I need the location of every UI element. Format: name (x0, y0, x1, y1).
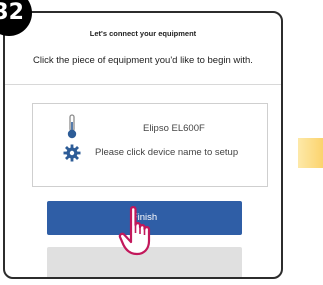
gear-icon (63, 144, 81, 162)
page-title: Let's connect your equipment (89, 29, 197, 38)
device-name-link[interactable]: Elipso EL600F (143, 123, 205, 134)
thermometer-icon (67, 114, 77, 139)
setup-hint-text: Please click device name to setup (95, 147, 239, 158)
instruction-text: Click the piece of equipment you'd like … (33, 55, 253, 66)
side-tab (298, 138, 323, 168)
pointing-hand-icon (118, 206, 151, 256)
divider (5, 84, 281, 85)
device-item-elipso[interactable]: Elipso EL600F Please click device name t… (32, 103, 268, 187)
